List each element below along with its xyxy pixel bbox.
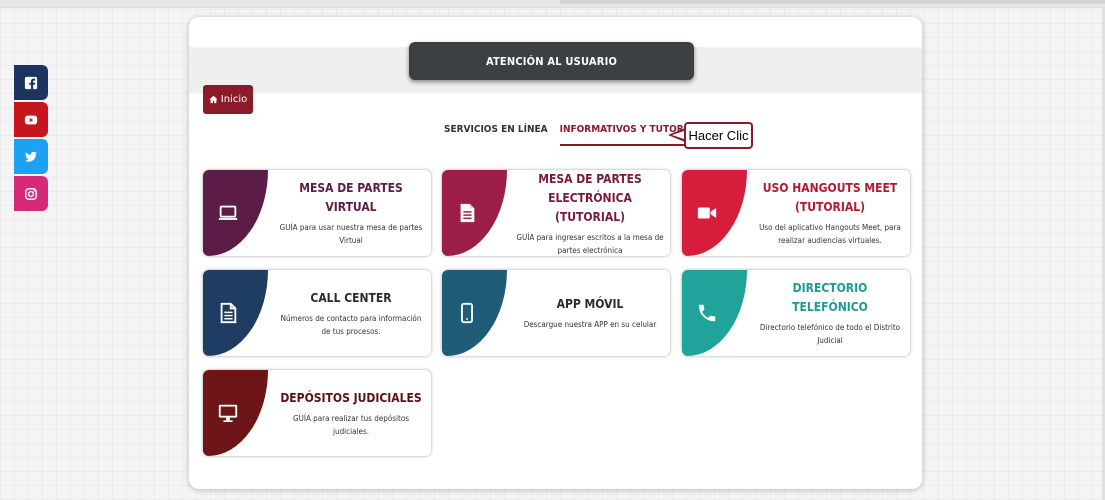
card-description: GUÍA para usar nuestra mesa de partes Vi… (279, 223, 423, 245)
instagram-icon (25, 187, 37, 200)
card-icon-bg (203, 270, 268, 356)
youtube-button[interactable] (14, 102, 48, 137)
home-icon (209, 95, 218, 104)
main-panel: ATENCIÓN AL USUARIO Inicio SERVICIOS EN … (189, 17, 922, 489)
browser-top-strip (0, 0, 1105, 8)
page-title: ATENCIÓN AL USUARIO (409, 42, 694, 80)
card-title: USO HANGOUTS MEET (TUTORIAL) (762, 181, 898, 214)
twitter-button[interactable] (14, 139, 48, 174)
social-sidebar (14, 65, 48, 213)
card-directorio-telefonico[interactable]: DIRECTORIO TELEFÓNICO Directorio telefón… (682, 270, 910, 356)
mobile-phone-icon (461, 302, 473, 324)
card-icon-bg (682, 270, 747, 356)
card-icon-bg (442, 270, 507, 356)
card-title: MESA DE PARTES VIRTUAL (299, 181, 403, 214)
click-hint-callout: Hacer Clic (668, 122, 753, 149)
video-camera-icon (697, 207, 717, 219)
monitor-icon (218, 404, 238, 422)
card-mesa-de-partes-virtual[interactable]: MESA DE PARTES VIRTUAL GUÍA para usar nu… (203, 170, 431, 256)
card-mesa-de-partes-electronica[interactable]: MESA DE PARTES ELECTRÓNICA (TUTORIAL) GU… (442, 170, 670, 256)
home-button-label: Inicio (220, 94, 248, 105)
file-text-icon (220, 302, 237, 324)
card-title: DEPÓSITOS JUDICIALES (280, 390, 422, 405)
card-description: Números de contacto para información de … (280, 313, 422, 336)
home-button[interactable]: Inicio (203, 85, 253, 114)
youtube-icon (24, 115, 38, 124)
card-title: DIRECTORIO TELEFÓNICO (792, 281, 868, 314)
card-call-center[interactable]: CALL CENTER Números de contacto para inf… (203, 270, 431, 356)
card-description: Descargue nuestra APP en su celular (523, 320, 657, 329)
callout-label: Hacer Clic (684, 122, 753, 149)
card-title: APP MÓVIL (556, 297, 624, 311)
phone-icon (698, 304, 716, 322)
card-icon-bg (203, 170, 268, 256)
laptop-icon (218, 205, 238, 220)
card-depositos-judiciales[interactable]: DEPÓSITOS JUDICIALES GUÍA para realizar … (203, 370, 431, 456)
card-icon-bg (203, 370, 268, 456)
card-description: Directorio telefónico de todo el Distrit… (759, 323, 901, 345)
document-icon (460, 203, 475, 223)
instagram-button[interactable] (14, 176, 48, 211)
card-description: GUÍA para realizar tus depósitos judicia… (293, 413, 409, 436)
card-uso-hangouts-meet[interactable]: USO HANGOUTS MEET (TUTORIAL) Uso del apl… (682, 170, 910, 256)
card-icon-bg (442, 170, 507, 256)
card-title: CALL CENTER (310, 290, 392, 305)
card-app-movil[interactable]: APP MÓVIL Descargue nuestra APP en su ce… (442, 270, 670, 356)
tab-servicios-en-linea[interactable]: SERVICIOS EN LÍNEA (444, 124, 548, 146)
card-description: GUÍA para ingresar escritos a la mesa de… (516, 232, 664, 255)
twitter-icon (24, 151, 38, 162)
card-description: Uso del aplicativo Hangouts Meet, para r… (759, 223, 901, 245)
facebook-button[interactable] (14, 65, 48, 100)
facebook-icon (24, 76, 38, 90)
card-title: MESA DE PARTES ELECTRÓNICA (TUTORIAL) (538, 171, 642, 224)
card-icon-bg (682, 170, 747, 256)
